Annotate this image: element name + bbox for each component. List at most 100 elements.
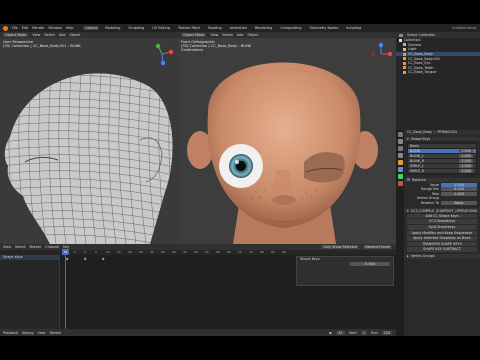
tab-rendering[interactable]: Rendering <box>253 26 274 30</box>
tab-compositing[interactable]: Compositing <box>278 26 303 30</box>
object-name: CC_Base_Body <box>407 130 432 135</box>
menu-view[interactable]: View <box>38 331 46 335</box>
apply-shapekey-basis-button[interactable]: Apply Selected Shapekey as Basis <box>407 236 477 241</box>
shape-key-value[interactable]: 1.000 <box>459 158 473 163</box>
field-input[interactable]: 1.000 <box>441 191 477 196</box>
tab-animation[interactable]: Animation <box>228 26 249 30</box>
chevron-down-icon: ▾ <box>407 136 409 141</box>
menu-view[interactable]: View <box>3 245 11 249</box>
apply-modifier-button[interactable]: Apply Modifier and Keep Shapekeys <box>407 230 477 236</box>
shape-key-value[interactable]: 1.000 <box>459 168 473 173</box>
outliner-item[interactable]: CC_Base_Tongue <box>396 70 480 75</box>
shape-key-row[interactable]: Basis <box>408 143 476 149</box>
data-tab-icon[interactable] <box>397 174 403 179</box>
frame-tick-label: 80 <box>260 250 264 254</box>
sidebar-value-row[interactable]: 0.000 <box>297 261 393 267</box>
shape-key-name: BLINK_R <box>410 158 425 163</box>
tab-layout[interactable]: Layout <box>83 26 99 30</box>
menu-marker[interactable]: Marker <box>30 245 42 249</box>
tab-uv-editing[interactable]: UV Editing <box>150 26 172 30</box>
modifier-tab-icon[interactable] <box>397 167 403 172</box>
field-input[interactable]: 0.000 <box>441 187 477 192</box>
tab-texture-paint[interactable]: Texture Paint <box>176 26 202 30</box>
checkbox-icon[interactable] <box>407 178 410 182</box>
navigation-gizmo-icon[interactable] <box>369 42 393 66</box>
only-selected-toggle[interactable]: Only Show Selected <box>321 245 360 249</box>
add-cc-shape-keys-button[interactable]: Add CC Shape Keys <box>407 213 477 219</box>
shape-key-row[interactable]: BLINK 1.000 <box>408 148 476 154</box>
field-relative-to[interactable]: Relative To Basis <box>404 200 480 206</box>
shape-key-value[interactable]: 1.000 <box>459 148 473 153</box>
render-tab-icon[interactable] <box>397 139 403 144</box>
section-title: Vertex Groups <box>410 254 435 259</box>
viewport-right[interactable]: Object Mode View Select Add Object Front… <box>178 32 396 244</box>
scene-tab-icon[interactable] <box>397 153 403 158</box>
cc3-shapekeys-button[interactable]: CC3 Shapekeys <box>407 219 477 225</box>
f-value-input[interactable]: 0.000 <box>350 261 390 266</box>
menu-window[interactable]: Window <box>48 26 61 30</box>
menu-add[interactable]: Add <box>59 33 66 37</box>
viewport-left[interactable]: Object Mode View Select Add Object User … <box>0 32 178 244</box>
menu-select[interactable]: Select <box>44 33 54 37</box>
file-title: Untitled.blend <box>452 26 476 30</box>
mesh-icon <box>403 70 406 74</box>
field-label: Relative To <box>420 200 439 205</box>
section-title: Relative <box>412 177 426 182</box>
shape-key-value[interactable]: 1.000 <box>459 163 473 168</box>
transfer-shape-keys-button[interactable]: TRANSFER SHAPE KEYS <box>407 241 477 247</box>
outliner-filter-icon[interactable] <box>399 33 403 37</box>
end-frame-field[interactable]: 250 <box>381 330 392 335</box>
shape-key-row[interactable]: BLINK_L 1.000 <box>408 153 476 159</box>
tab-scripting[interactable]: Scripting <box>344 26 363 30</box>
menu-render[interactable]: Render <box>32 26 44 30</box>
shape-key-row[interactable]: SMILE_R 1.000 <box>408 168 476 174</box>
start-frame-field[interactable]: 1 <box>360 330 368 335</box>
properties-breadcrumb: CC_Base_Body › PRIMAUX03 <box>404 130 480 135</box>
section-shape-keys[interactable]: ▾ Shape Keys <box>404 136 480 142</box>
keyframe-marker[interactable] <box>101 257 105 261</box>
split-shapekeys-button[interactable]: Split Shapekeys <box>407 225 477 230</box>
material-tab-icon[interactable] <box>397 181 403 186</box>
menu-edit[interactable]: Edit <box>22 26 29 30</box>
menu-view[interactable]: View <box>32 33 40 37</box>
menu-channel[interactable]: Channel <box>45 245 59 249</box>
shape-key-row[interactable]: SMILE_L 1.000 <box>408 163 476 169</box>
tab-modeling[interactable]: Modeling <box>103 26 122 30</box>
field-max[interactable]: Max 1.000 <box>404 191 480 196</box>
frame-tick-label: 55 <box>205 250 209 254</box>
blender-logo-icon[interactable] <box>3 25 8 31</box>
menu-file[interactable]: File <box>12 26 18 30</box>
outliner-item-label: CC_Base_Body.001 <box>408 56 441 61</box>
menu-help[interactable]: Help <box>66 26 74 30</box>
snap-dropdown[interactable]: Nearest Frame <box>363 245 392 249</box>
tab-sculpting[interactable]: Sculpting <box>126 26 146 30</box>
tab-shading[interactable]: Shading <box>206 26 224 30</box>
channel-shape-keys[interactable]: Shape Keys <box>0 255 59 260</box>
cc3-panel-header[interactable]: ▾ CC3_COMPILE_SHAPEKEY_OPERATIONS <box>404 208 480 213</box>
menu-select[interactable]: Select <box>15 245 25 249</box>
menu-keying[interactable]: Keying <box>22 331 33 335</box>
shape-key-row[interactable]: BLINK_R 1.000 <box>408 158 476 164</box>
field-input[interactable]: 1.000 <box>441 182 477 187</box>
timeline-panel[interactable]: View Select Marker Channel Key Only Show… <box>0 244 396 336</box>
field-range-min[interactable]: Range Min 0.000 <box>404 187 480 192</box>
tool-tab-icon[interactable] <box>397 132 403 137</box>
shape-key-subtract-button[interactable]: SHAPE KEY SUBTRACT <box>407 247 477 252</box>
field-input[interactable]: Basis <box>441 200 477 205</box>
outliner-panel: Scene Collection Collection Camera Light… <box>396 32 480 130</box>
current-frame-field[interactable]: 35 <box>336 330 345 335</box>
keyframe-marker[interactable] <box>65 257 69 261</box>
play-icon[interactable]: ▶ <box>330 331 333 335</box>
object-tab-icon[interactable] <box>397 160 403 165</box>
menu-object[interactable]: Object <box>69 33 80 37</box>
outliner-item-label: CC_Base_Tongue <box>408 70 437 75</box>
menu-playback[interactable]: Playback <box>3 331 18 335</box>
mode-dropdown[interactable]: Object Mode <box>3 33 29 37</box>
shape-key-value[interactable]: 1.000 <box>459 153 473 158</box>
field-value[interactable]: Value 1.000 <box>404 182 480 187</box>
menu-marker[interactable]: Marker <box>50 331 62 335</box>
tab-geometry-nodes[interactable]: Geometry Nodes <box>308 26 341 30</box>
output-tab-icon[interactable] <box>397 146 403 151</box>
section-vertex-groups[interactable]: ▸ Vertex Groups <box>404 254 480 259</box>
keyframe-marker[interactable] <box>83 257 87 261</box>
